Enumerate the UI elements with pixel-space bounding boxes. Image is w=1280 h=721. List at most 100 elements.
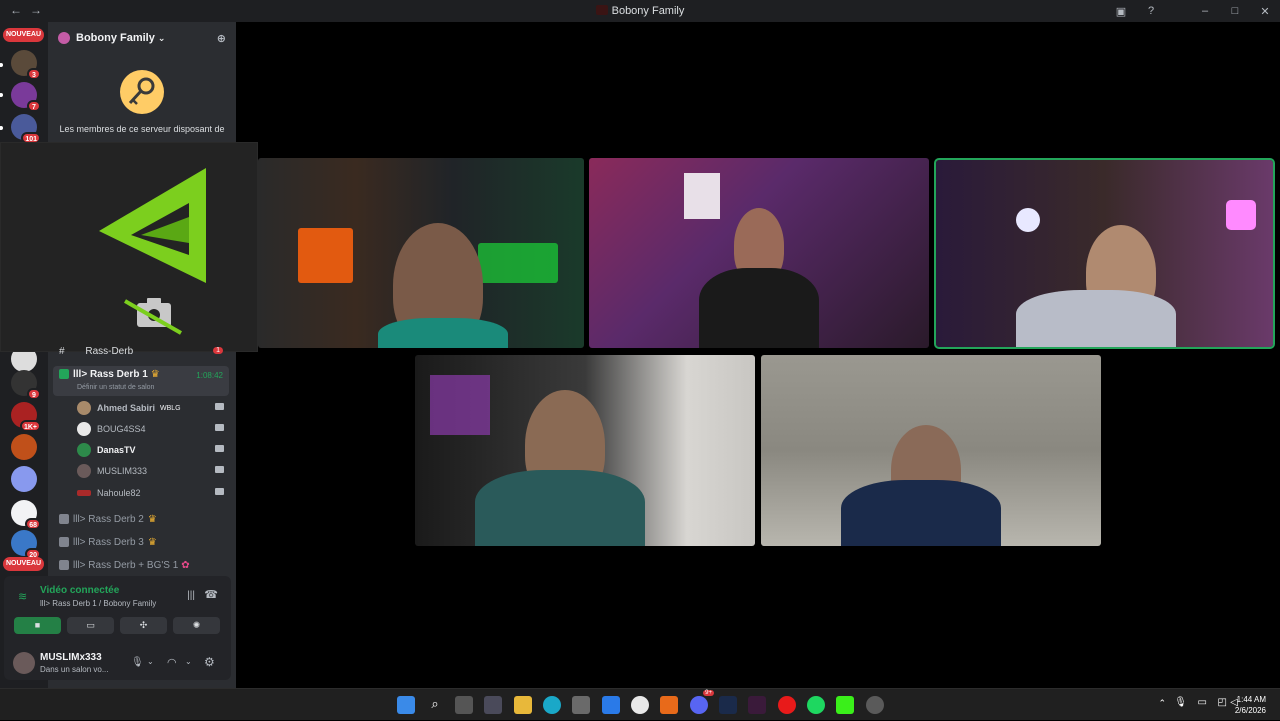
server-icon[interactable]: 9 [11, 370, 41, 400]
server-icon[interactable]: 7 [11, 82, 41, 112]
close-icon[interactable]: ✕ [1250, 5, 1280, 18]
screen-share-button[interactable]: ▭ [67, 617, 114, 634]
connection-location[interactable]: lll> Rass Derb 1 / Bobony Family [40, 599, 156, 608]
clock[interactable]: 1:44 AM 2/6/2026 [1235, 694, 1266, 716]
guild-header[interactable]: Bobony Family ⌄ ⊕ [48, 22, 236, 54]
server-icon[interactable]: 3 [11, 50, 41, 80]
edge-icon[interactable] [543, 696, 561, 714]
chevron-up-icon[interactable]: ⌃ [1158, 698, 1166, 709]
camera-button[interactable]: ■ [14, 617, 61, 634]
activities-button[interactable]: ✣ [120, 617, 167, 634]
unread-dot [0, 63, 3, 67]
voice-icon [59, 560, 69, 570]
voice-icon [59, 514, 69, 524]
soundboard-button[interactable]: ✺ [173, 617, 220, 634]
voice-member[interactable]: BOUG4SS4 [77, 420, 229, 438]
server-icon[interactable]: 101 [11, 114, 41, 144]
file-explorer-icon[interactable] [514, 696, 532, 714]
fireplace [298, 228, 353, 283]
new-badge: NOUVEAU [3, 28, 45, 42]
disconnect-icon[interactable]: ☎ [204, 588, 218, 601]
mention-badge: 1 [213, 347, 223, 354]
settings-gear-icon[interactable]: ⚙ [204, 655, 215, 669]
user-status: Dans un salon vo... [40, 665, 109, 674]
network-icon[interactable]: ◰ [1218, 697, 1227, 708]
app-icon[interactable] [866, 696, 884, 714]
discord-icon[interactable]: 9+ [690, 690, 714, 714]
app-icon[interactable] [660, 696, 678, 714]
help-icon[interactable]: ? [1136, 5, 1166, 17]
opera-icon[interactable] [778, 696, 796, 714]
crown-icon: ♛ [147, 514, 157, 525]
guild-icon [58, 32, 70, 44]
kick-icon[interactable] [836, 696, 854, 714]
voice-channel-rass-derb-2[interactable]: lll> Rass Derb 2 ♛ [53, 514, 229, 525]
soundboard-icon: ✺ [192, 620, 201, 630]
start-icon[interactable] [397, 696, 415, 714]
unread-dot [0, 93, 3, 97]
task-view-icon[interactable] [455, 696, 473, 714]
camera-icon [215, 488, 224, 495]
screen-share-icon[interactable]: ▣ [1106, 5, 1136, 18]
call-timer: 1:08:42 [196, 371, 223, 380]
maximize-icon[interactable]: □ [1220, 5, 1250, 17]
minimize-icon[interactable]: – [1190, 5, 1220, 17]
chevron-down-icon: ⌄ [157, 32, 166, 43]
add-member-icon[interactable]: ⊕ [217, 32, 226, 45]
key-icon [120, 70, 164, 114]
server-icon[interactable]: 1K+ [11, 402, 41, 432]
server-icon[interactable]: 68 [11, 500, 41, 530]
crown-icon: ♛ [150, 369, 160, 380]
connection-status: Vidéo connectée [40, 585, 120, 596]
headphones-icon[interactable]: ◠ [167, 656, 177, 669]
voice-channel-rass-derb-bgs[interactable]: lll> Rass Derb + BG'S 1 ✿ [53, 560, 229, 571]
signal-icon: ≋ [18, 591, 28, 603]
video-tile[interactable] [415, 355, 755, 546]
server-icon[interactable]: 20 [11, 530, 41, 560]
voice-member[interactable]: Ahmed Sabiri WBLG [77, 399, 229, 417]
camera-icon [215, 424, 224, 431]
server-logo-icon [595, 5, 608, 15]
next-icon[interactable] [748, 696, 766, 714]
chevron-down-icon[interactable]: ⌄ [147, 657, 154, 666]
video-tile-speaking[interactable] [934, 158, 1275, 349]
noise-suppression-icon[interactable]: ||| [187, 590, 195, 601]
video-tile[interactable] [589, 158, 929, 348]
channel-status-hint[interactable]: Définir un statut de salon [77, 384, 154, 391]
app-logo-icon [99, 168, 206, 335]
avatar [77, 490, 91, 496]
voice-channel-rass-derb-3[interactable]: lll> Rass Derb 3 ♛ [53, 537, 229, 548]
avatar [77, 464, 91, 478]
search-icon[interactable]: ⌕ [426, 696, 444, 714]
steam-icon[interactable] [719, 696, 737, 714]
voice-member[interactable]: Nahoule82 [77, 484, 229, 502]
settings-icon[interactable] [484, 696, 502, 714]
microphone-icon[interactable]: 🎙 [1174, 697, 1187, 708]
channel-rass-derb[interactable]: # Rass-Derb 1 [53, 346, 229, 360]
window-title: Bobony Family [0, 5, 1280, 17]
voice-channel-rass-derb-1[interactable]: lll> Rass Derb 1 ♛ Définir un statut de s… [53, 366, 229, 396]
avatar [77, 401, 91, 415]
video-tile[interactable] [258, 158, 584, 348]
chevron-down-icon[interactable]: ⌄ [185, 657, 192, 666]
server-icon[interactable] [11, 434, 37, 460]
wall-poster [684, 173, 720, 219]
mail-icon[interactable] [602, 696, 620, 714]
windows-taskbar: ⌕ 9+ ⌃ 🎙 ▭ ◰ ◁ 1:44 AM 2/6/2026 [0, 688, 1280, 720]
spotify-icon[interactable] [807, 696, 825, 714]
chrome-icon[interactable] [631, 696, 649, 714]
crown-icon: ♛ [147, 537, 157, 548]
user-avatar[interactable] [13, 652, 35, 674]
voice-member[interactable]: DanasTV [77, 441, 229, 459]
video-tile[interactable] [761, 355, 1101, 546]
server-icon[interactable] [11, 466, 37, 492]
camera-icon [215, 466, 224, 473]
voice-member[interactable]: MUSLIM333 [77, 462, 229, 480]
camera-icon [215, 403, 224, 410]
display-icon[interactable]: ▭ [1198, 697, 1207, 708]
lamp [1226, 200, 1256, 230]
hash-icon: # [59, 346, 65, 357]
microphone-icon[interactable]: 🎙 [131, 657, 144, 668]
store-icon[interactable] [572, 696, 590, 714]
camera-icon [215, 445, 224, 452]
